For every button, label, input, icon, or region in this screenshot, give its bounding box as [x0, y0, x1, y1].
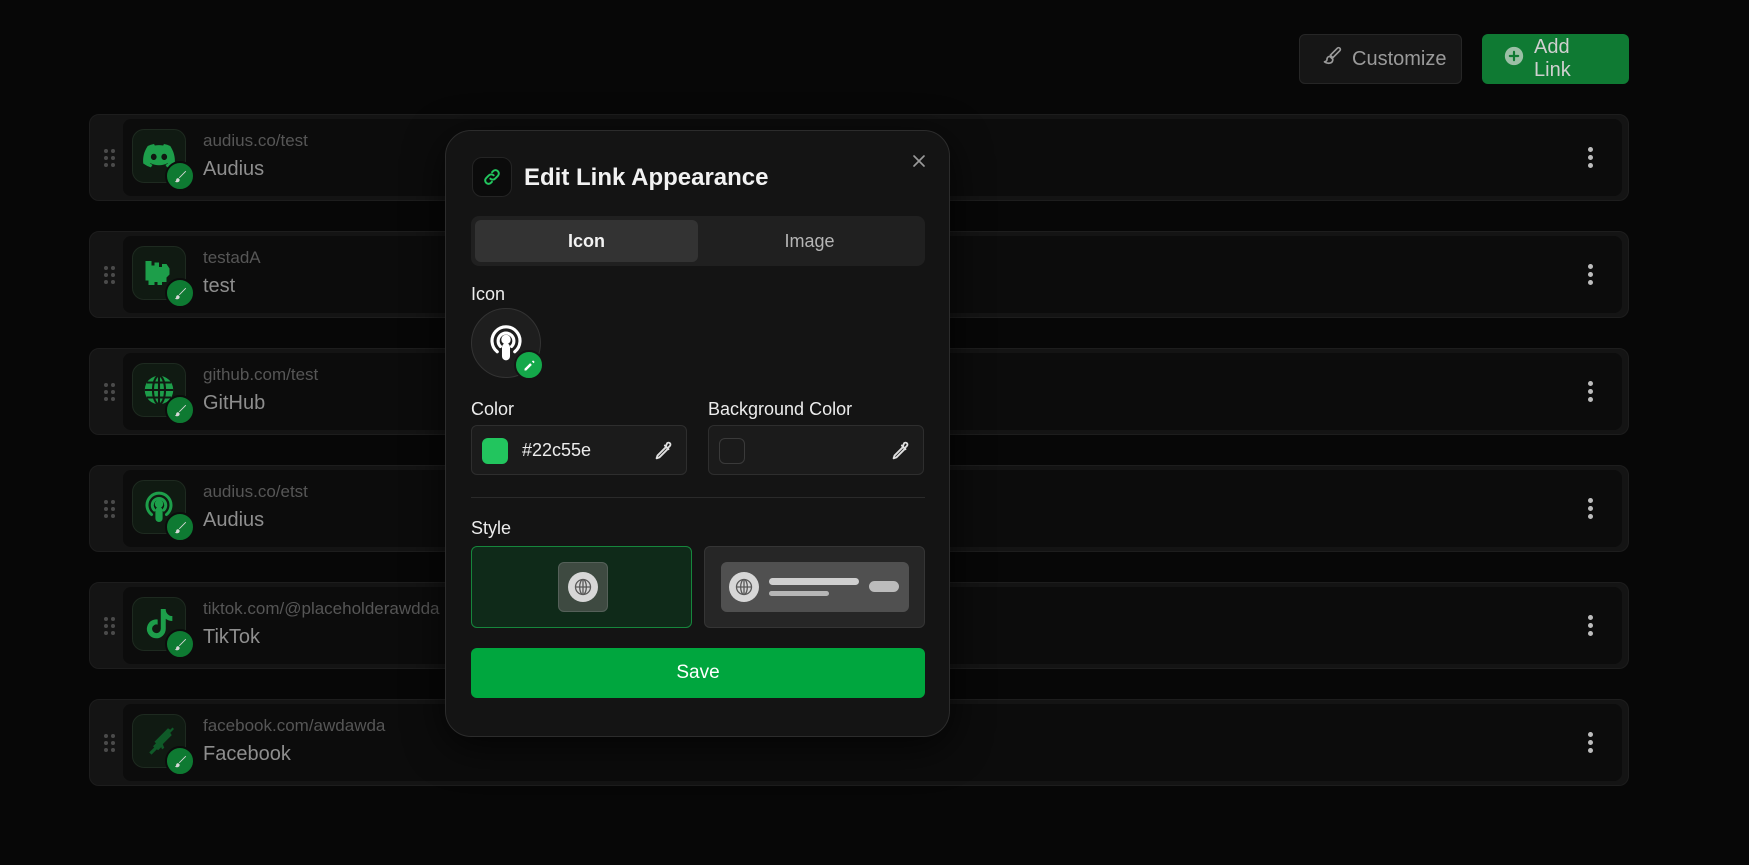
- globe-icon: [132, 363, 195, 425]
- edit-appearance-icon[interactable]: [165, 161, 195, 191]
- color-swatch[interactable]: [482, 438, 508, 464]
- icon-label: Icon: [471, 284, 506, 304]
- add-link-button[interactable]: Add Link: [1482, 34, 1629, 84]
- edit-appearance-icon[interactable]: [165, 512, 195, 542]
- link-url: audius.co/etst: [203, 482, 308, 501]
- link-title: TikTok: [203, 626, 261, 648]
- link-title: test: [203, 275, 236, 297]
- drag-handle-icon[interactable]: [104, 499, 116, 518]
- link-url: facebook.com/awdawda: [203, 716, 386, 735]
- background-color-field[interactable]: [708, 425, 924, 475]
- pencil-icon[interactable]: [514, 350, 544, 380]
- plus-circle-icon: [1504, 46, 1524, 72]
- customize-button[interactable]: Customize: [1299, 34, 1462, 84]
- style-option-icon-with-text[interactable]: [704, 546, 925, 628]
- color-label: Color: [471, 399, 515, 419]
- globe-icon: [568, 572, 598, 602]
- drag-handle-icon[interactable]: [104, 148, 116, 167]
- color-field[interactable]: #22c55e: [471, 425, 687, 475]
- more-options-icon[interactable]: [1586, 731, 1594, 754]
- link-url: github.com/test: [203, 365, 319, 384]
- edit-appearance-icon[interactable]: [165, 278, 195, 308]
- more-options-icon[interactable]: [1586, 380, 1594, 403]
- text-placeholder-line: [769, 578, 859, 585]
- style-label: Style: [471, 518, 512, 538]
- drag-handle-icon[interactable]: [104, 616, 116, 635]
- link-title: GitHub: [203, 392, 266, 414]
- toolbar: Customize Add Link: [1299, 34, 1629, 84]
- background-color-label: Background Color: [708, 399, 853, 419]
- pill-placeholder: [869, 581, 899, 592]
- style-option-icon-only[interactable]: [471, 546, 692, 628]
- link-url: tiktok.com/@placeholderawdda: [203, 599, 440, 618]
- style-preview: [558, 562, 608, 612]
- link-icon: [472, 157, 512, 197]
- background-color-swatch[interactable]: [719, 438, 745, 464]
- discord-icon: [132, 129, 195, 191]
- link-url: testadA: [203, 248, 261, 267]
- tab-image[interactable]: Image: [698, 220, 921, 262]
- link-title: Audius: [203, 509, 265, 531]
- drag-handle-icon[interactable]: [104, 265, 116, 284]
- edit-appearance-icon[interactable]: [165, 395, 195, 425]
- close-icon[interactable]: [909, 151, 929, 171]
- more-options-icon[interactable]: [1586, 497, 1594, 520]
- paintbrush-icon: [1322, 46, 1342, 72]
- rifle-icon: [132, 714, 195, 776]
- link-title: Facebook: [203, 743, 291, 765]
- edit-appearance-icon[interactable]: [165, 746, 195, 776]
- eyedropper-icon[interactable]: [652, 440, 674, 462]
- edit-appearance-icon[interactable]: [165, 629, 195, 659]
- tab-icon[interactable]: Icon: [475, 220, 698, 262]
- text-placeholder-line: [769, 591, 829, 596]
- customize-label: Customize: [1352, 47, 1447, 70]
- kick-icon: [132, 246, 195, 308]
- color-value: #22c55e: [522, 440, 592, 460]
- podcast-icon: [132, 480, 195, 542]
- link-title: Audius: [203, 158, 265, 180]
- eyedropper-icon[interactable]: [889, 440, 911, 462]
- drag-handle-icon[interactable]: [104, 382, 116, 401]
- save-button[interactable]: Save: [471, 648, 925, 698]
- link-url: audius.co/test: [203, 131, 308, 150]
- icon-picker-button[interactable]: [471, 308, 544, 380]
- appearance-tabs: Icon Image: [471, 216, 925, 266]
- style-preview: [721, 562, 909, 612]
- add-link-label: Add Link: [1534, 36, 1571, 81]
- drag-handle-icon[interactable]: [104, 733, 116, 752]
- globe-icon: [729, 572, 759, 602]
- more-options-icon[interactable]: [1586, 146, 1594, 169]
- edit-link-appearance-dialog: Edit Link Appearance Icon Image Icon Col…: [445, 130, 950, 737]
- divider: [471, 497, 925, 498]
- more-options-icon[interactable]: [1586, 614, 1594, 637]
- more-options-icon[interactable]: [1586, 263, 1594, 286]
- tiktok-icon: [132, 597, 195, 659]
- dialog-title: Edit Link Appearance: [524, 164, 769, 191]
